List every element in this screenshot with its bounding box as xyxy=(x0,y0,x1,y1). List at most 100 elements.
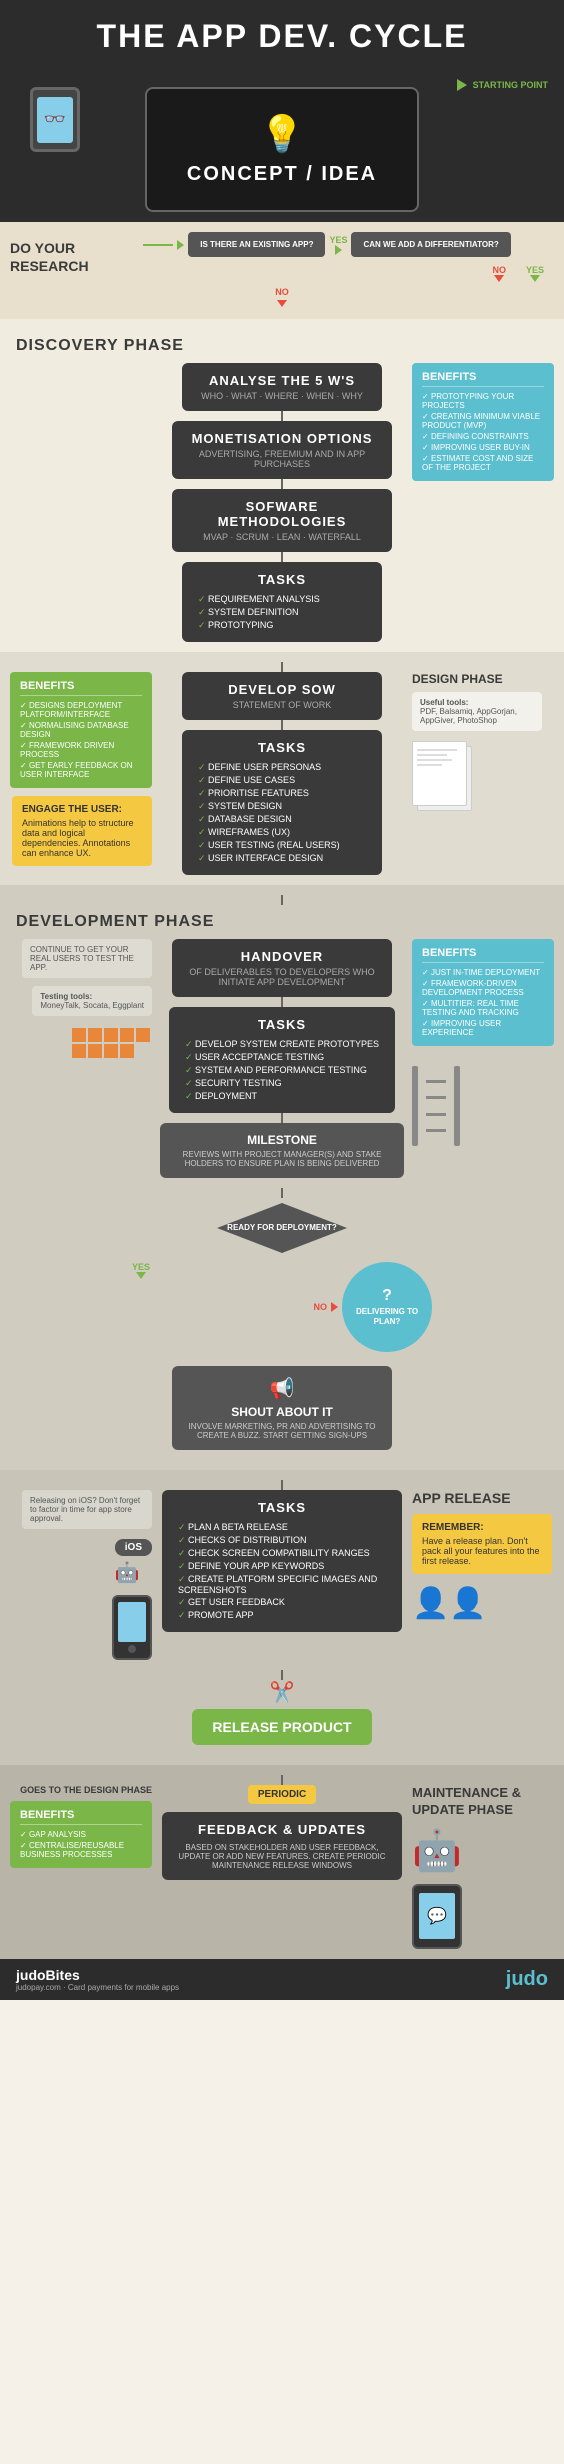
sq xyxy=(88,1044,102,1058)
design-phase: BENEFITS DESIGNS DEPLOYMENT PLATFORM/INT… xyxy=(0,652,564,885)
benefit-item: DESIGNS DEPLOYMENT PLATFORM/INTERFACE xyxy=(20,700,142,720)
task-item: SYSTEM DESIGN xyxy=(198,800,366,813)
design-left: BENEFITS DESIGNS DEPLOYMENT PLATFORM/INT… xyxy=(10,672,160,866)
sow-subtitle: STATEMENT OF WORK xyxy=(198,700,366,710)
discovery-tasks-box: TASKS REQUIREMENT ANALYSIS SYSTEM DEFINI… xyxy=(182,562,382,642)
rung xyxy=(426,1113,446,1116)
release-tasks-list: PLAN A BETA RELEASE CHECKS OF DISTRIBUTI… xyxy=(178,1521,386,1622)
engage-text: Animations help to structure data and lo… xyxy=(22,818,142,858)
milestone-subtitle: REVIEWS WITH PROJECT MANAGER(S) AND STAK… xyxy=(176,1150,388,1168)
doc-page-front xyxy=(412,741,467,806)
characters-art: 👤👤 xyxy=(412,1586,487,1621)
ladder-structure xyxy=(412,1066,460,1146)
no2-arrow xyxy=(277,300,287,307)
benefit-item: CENTRALISE/REUSABLE BUSINESS PROCESSES xyxy=(20,1840,142,1860)
handover-box: HANDOVER OF DELIVERABLES TO DEVELOPERS W… xyxy=(172,939,392,997)
delivering-label: DELIVERING TO PLAN? xyxy=(342,1307,432,1328)
discovery-benefits-title: BENEFITS xyxy=(422,371,544,387)
ready-flow: READY FOR DEPLOYMENT? YES NO ? DELIVERIN… xyxy=(0,1178,564,1362)
benefit-item: JUST IN-TIME DEPLOYMENT xyxy=(422,967,544,978)
differentiator-box: CAN WE ADD A DIFFERENTIATOR? xyxy=(351,232,510,257)
maintenance-content: GOES TO THE DESIGN PHASE BENEFITS GAP AN… xyxy=(0,1785,564,1949)
maintenance-right: MAINTENANCE & UPDATE PHASE 🤖 💬 xyxy=(404,1785,554,1949)
task-item: DATABASE DESIGN xyxy=(198,813,366,826)
research-flow: IS THERE AN EXISTING APP? YES CAN WE ADD… xyxy=(100,232,554,282)
yes1-label: YES xyxy=(329,235,347,245)
app-release-label: APP RELEASE xyxy=(412,1490,511,1506)
brand2-name: judo xyxy=(506,1968,548,1991)
yes2-group: YES xyxy=(526,265,544,282)
delivering-icon: ? xyxy=(382,1286,392,1307)
task-item: DEFINE USE CASES xyxy=(198,774,366,787)
dev-tasks-box: TASKS DEVELOP SYSTEM CREATE PROTOTYPES U… xyxy=(169,1007,395,1113)
yes2-arrow xyxy=(530,275,540,282)
discovery-right: BENEFITS PROTOTYPING YOUR PROJECTS CREAT… xyxy=(404,363,554,481)
vert-line-1 xyxy=(281,411,283,421)
discovery-tasks-list: REQUIREMENT ANALYSIS SYSTEM DEFINITION P… xyxy=(198,593,366,632)
dev-phase-label: DEVELOPMENT PHASE xyxy=(16,913,214,930)
design-content: BENEFITS DESIGNS DEPLOYMENT PLATFORM/INT… xyxy=(0,672,564,875)
maint-benefits-list: GAP ANALYSIS CENTRALISE/REUSABLE BUSINES… xyxy=(20,1829,142,1860)
design-benefits-title: BENEFITS xyxy=(20,680,142,696)
ready-no-label: NO xyxy=(314,1302,328,1312)
task-item: USER ACCEPTANCE TESTING xyxy=(185,1051,379,1064)
footer-left: judoBites judopay.com · Card payments fo… xyxy=(16,1967,179,1992)
ladder-rungs xyxy=(426,1066,446,1146)
ready-no-arrow xyxy=(331,1302,338,1312)
engage-box: Engage the user: Animations help to stru… xyxy=(12,796,152,866)
release-center: TASKS PLAN A BETA RELEASE CHECKS OF DIST… xyxy=(160,1490,404,1632)
discovery-center: ANALYSE THE 5 W'S WHO · WHAT · WHERE · W… xyxy=(160,363,404,642)
task-item: REQUIREMENT ANALYSIS xyxy=(198,593,366,606)
ladder-art xyxy=(412,1066,460,1146)
vert-line-sow xyxy=(281,720,283,730)
page-title: THE APP DEV. CYCLE xyxy=(10,18,554,55)
benefit-item: GET EARLY FEEDBACK ON USER INTERFACE xyxy=(20,760,142,780)
maintenance-phase: GOES TO THE DESIGN PHASE BENEFITS GAP AN… xyxy=(0,1765,564,1959)
milestone-box: MILESTONE REVIEWS WITH PROJECT MANAGER(S… xyxy=(160,1123,404,1178)
dev-left: CONTINUE TO GET YOUR REAL USERS TO TEST … xyxy=(10,939,160,1058)
testing-tools-items: MoneyTalk, Socata, Eggplant xyxy=(40,1001,144,1010)
sow-box: DEVELOP SOW STATEMENT OF WORK xyxy=(182,672,382,720)
task-item: CHECKS OF DISTRIBUTION xyxy=(178,1534,386,1547)
research-flow-row1: IS THERE AN EXISTING APP? YES CAN WE ADD… xyxy=(143,232,510,257)
concept-title: CONCEPT / IDEA xyxy=(187,163,377,186)
dev-right: BENEFITS JUST IN-TIME DEPLOYMENT FRAMEWO… xyxy=(404,939,554,1146)
document-art xyxy=(412,741,492,811)
task-item: USER INTERFACE DESIGN xyxy=(198,852,366,865)
maint-benefits-box: BENEFITS GAP ANALYSIS CENTRALISE/REUSABL… xyxy=(10,1801,152,1868)
vert-line-maint-top xyxy=(281,1775,283,1785)
real-users-text: CONTINUE TO GET YOUR REAL USERS TO TEST … xyxy=(30,945,144,972)
release-product-box: RELEASE PRODUCT xyxy=(192,1709,371,1745)
sq xyxy=(120,1028,134,1042)
benefit-item: DEFINING CONSTRAINTS xyxy=(422,431,544,442)
vert-line-release-top xyxy=(281,1480,283,1490)
robot-character: 🤖 xyxy=(412,1827,462,1874)
monetisation-title: MONETISATION OPTIONS xyxy=(188,431,376,446)
discovery-header: DISCOVERY PHASE xyxy=(0,329,564,363)
design-tasks-list: DEFINE USER PERSONAS DEFINE USE CASES PR… xyxy=(198,761,366,865)
phone-art xyxy=(112,1595,152,1660)
task-item: SYSTEM AND PERFORMANCE TESTING xyxy=(185,1064,379,1077)
sq xyxy=(104,1044,118,1058)
benefit-item: NORMALISING DATABASE DESIGN xyxy=(20,720,142,740)
sq xyxy=(104,1028,118,1042)
releasing-box: Releasing on iOS? Don't forget to factor… xyxy=(22,1490,152,1529)
benefit-item: FRAMEWORK-DRIVEN DEVELOPMENT PROCESS xyxy=(422,978,544,998)
periodic-row: PERIODIC xyxy=(248,1785,316,1804)
store-badges: iOS 🤖 xyxy=(115,1535,152,1585)
arrow-head xyxy=(177,240,184,250)
useful-tools-items: PDF, Balsamiq, AppGorjan, AppGiver, Phot… xyxy=(420,707,534,725)
monetisation-box: MONETISATION OPTIONS ADVERTISING, FREEMI… xyxy=(172,421,392,479)
research-row: DO YOUR RESEARCH IS THERE AN EXISTING AP… xyxy=(0,232,564,282)
ready-diamond-wrapper: READY FOR DEPLOYMENT? xyxy=(212,1198,352,1258)
discovery-benefits-box: BENEFITS PROTOTYPING YOUR PROJECTS CREAT… xyxy=(412,363,554,481)
dev-tasks-title: TASKS xyxy=(185,1017,379,1032)
ready-branches: YES NO ? DELIVERING TO PLAN? xyxy=(132,1262,432,1352)
analyse-subtitle: WHO · WHAT · WHERE · WHEN · WHY xyxy=(198,391,366,401)
vert-line-dev-top xyxy=(281,895,283,905)
task-item: CHECK SCREEN COMPATIBILITY RANGES xyxy=(178,1547,386,1560)
footer: judoBites judopay.com · Card payments fo… xyxy=(0,1959,564,2000)
software-subtitle: MVAP · SCRUM · LEAN · WATERFALL xyxy=(188,532,376,542)
discovery-content: ANALYSE THE 5 W'S WHO · WHAT · WHERE · W… xyxy=(0,363,564,642)
task-item: SYSTEM DEFINITION xyxy=(198,606,366,619)
